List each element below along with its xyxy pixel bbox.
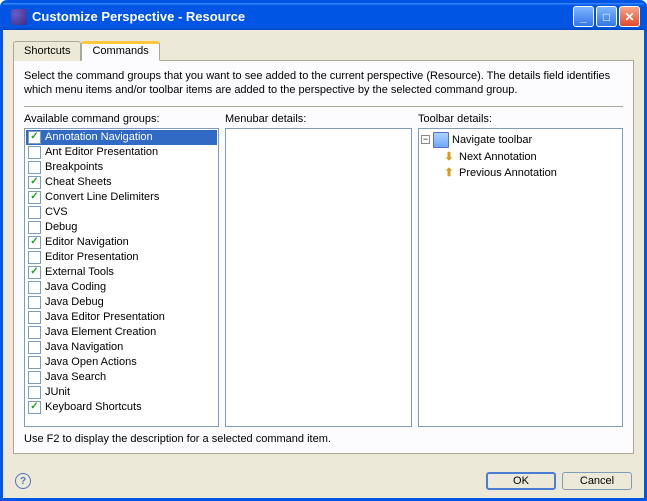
- command-group-item[interactable]: Convert Line Delimiters: [26, 190, 217, 205]
- tree-node-label: Next Annotation: [459, 151, 537, 163]
- checkbox[interactable]: [28, 371, 41, 384]
- app-icon: [11, 9, 27, 25]
- command-group-label: Keyboard Shortcuts: [45, 401, 142, 413]
- description-text: Select the command groups that you want …: [24, 69, 623, 98]
- checkbox[interactable]: [28, 236, 41, 249]
- command-group-item[interactable]: Ant Editor Presentation: [26, 145, 217, 160]
- command-group-label: Convert Line Delimiters: [45, 191, 159, 203]
- checkbox[interactable]: [28, 386, 41, 399]
- command-group-label: Java Editor Presentation: [45, 311, 165, 323]
- checkbox[interactable]: [28, 311, 41, 324]
- tree-node-next-annotation[interactable]: ⬇ Next Annotation: [421, 149, 620, 165]
- checkbox[interactable]: [28, 281, 41, 294]
- tree-node-label: Previous Annotation: [459, 167, 557, 179]
- checkbox[interactable]: [28, 161, 41, 174]
- command-group-item[interactable]: JUnit: [26, 385, 217, 400]
- tab-panel: Select the command groups that you want …: [13, 60, 634, 454]
- window-title: Customize Perspective - Resource: [32, 9, 573, 24]
- command-group-item[interactable]: Debug: [26, 220, 217, 235]
- available-command-groups-list[interactable]: Annotation Navigation Ant Editor Presenta…: [24, 128, 219, 427]
- maximize-button[interactable]: □: [596, 6, 617, 27]
- checkbox[interactable]: [28, 146, 41, 159]
- command-group-label: Debug: [45, 221, 77, 233]
- toolbar-details-tree[interactable]: − Navigate toolbar ⬇ Next Annotation: [418, 128, 623, 427]
- command-group-label: Java Navigation: [45, 341, 123, 353]
- command-group-item[interactable]: Java Search: [26, 370, 217, 385]
- toolbar-label: Toolbar details:: [418, 113, 623, 125]
- command-group-item[interactable]: Java Coding: [26, 280, 217, 295]
- command-group-label: Editor Navigation: [45, 236, 129, 248]
- minimize-button[interactable]: _: [573, 6, 594, 27]
- checkbox[interactable]: [28, 191, 41, 204]
- command-group-label: Annotation Navigation: [45, 131, 153, 143]
- command-group-item[interactable]: Java Open Actions: [26, 355, 217, 370]
- checkbox[interactable]: [28, 176, 41, 189]
- dialog-window: Customize Perspective - Resource _ □ ✕ S…: [0, 0, 647, 501]
- checkbox[interactable]: [28, 401, 41, 414]
- command-group-label: Cheat Sheets: [45, 176, 112, 188]
- checkbox[interactable]: [28, 266, 41, 279]
- divider: [24, 106, 623, 107]
- ok-button[interactable]: OK: [486, 472, 556, 490]
- available-label: Available command groups:: [24, 113, 219, 125]
- tree-node-previous-annotation[interactable]: ⬆ Previous Annotation: [421, 165, 620, 181]
- menubar-label: Menubar details:: [225, 113, 412, 125]
- command-group-item[interactable]: Java Element Creation: [26, 325, 217, 340]
- command-group-item[interactable]: Breakpoints: [26, 160, 217, 175]
- menubar-details-list[interactable]: [225, 128, 412, 427]
- checkbox[interactable]: [28, 131, 41, 144]
- checkbox[interactable]: [28, 251, 41, 264]
- toolbar-icon: [433, 132, 449, 148]
- command-group-item[interactable]: External Tools: [26, 265, 217, 280]
- command-group-label: Java Open Actions: [45, 356, 137, 368]
- command-group-label: Java Coding: [45, 281, 106, 293]
- command-group-label: Java Element Creation: [45, 326, 156, 338]
- checkbox[interactable]: [28, 356, 41, 369]
- tab-commands[interactable]: Commands: [81, 41, 159, 61]
- collapse-icon[interactable]: −: [421, 135, 430, 144]
- titlebar[interactable]: Customize Perspective - Resource _ □ ✕: [3, 3, 644, 30]
- tab-shortcuts[interactable]: Shortcuts: [13, 41, 81, 61]
- checkbox[interactable]: [28, 206, 41, 219]
- command-group-item[interactable]: Java Editor Presentation: [26, 310, 217, 325]
- tree-node-navigate-toolbar[interactable]: − Navigate toolbar: [421, 131, 620, 149]
- footer: ? OK Cancel: [3, 464, 644, 498]
- command-group-item[interactable]: Cheat Sheets: [26, 175, 217, 190]
- checkbox[interactable]: [28, 341, 41, 354]
- command-group-label: Editor Presentation: [45, 251, 139, 263]
- command-group-item[interactable]: Editor Navigation: [26, 235, 217, 250]
- command-group-item[interactable]: Editor Presentation: [26, 250, 217, 265]
- hint-text: Use F2 to display the description for a …: [24, 433, 623, 445]
- command-group-label: JUnit: [45, 386, 70, 398]
- next-annotation-icon: ⬇: [442, 150, 456, 164]
- checkbox[interactable]: [28, 326, 41, 339]
- command-group-item[interactable]: Java Navigation: [26, 340, 217, 355]
- help-icon[interactable]: ?: [15, 473, 31, 489]
- close-button[interactable]: ✕: [619, 6, 640, 27]
- checkbox[interactable]: [28, 296, 41, 309]
- tree-node-label: Navigate toolbar: [452, 134, 532, 146]
- command-group-item[interactable]: Java Debug: [26, 295, 217, 310]
- previous-annotation-icon: ⬆: [442, 166, 456, 180]
- command-group-label: External Tools: [45, 266, 114, 278]
- checkbox[interactable]: [28, 221, 41, 234]
- command-group-label: Java Debug: [45, 296, 104, 308]
- command-group-item[interactable]: CVS: [26, 205, 217, 220]
- command-group-item[interactable]: Annotation Navigation: [26, 130, 217, 145]
- command-group-label: Ant Editor Presentation: [45, 146, 158, 158]
- cancel-button[interactable]: Cancel: [562, 472, 632, 490]
- content-area: Shortcuts Commands Select the command gr…: [3, 30, 644, 464]
- command-group-label: Breakpoints: [45, 161, 103, 173]
- command-group-item[interactable]: Keyboard Shortcuts: [26, 400, 217, 415]
- command-group-label: CVS: [45, 206, 68, 218]
- command-group-label: Java Search: [45, 371, 106, 383]
